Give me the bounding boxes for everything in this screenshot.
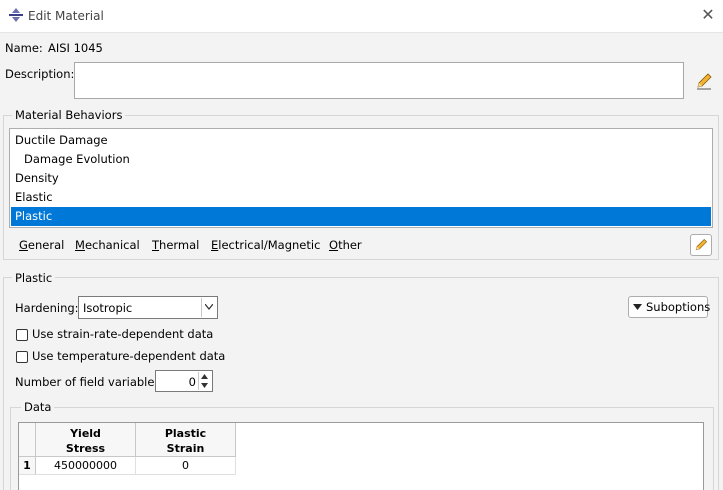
- edit-behavior-button[interactable]: [690, 234, 712, 256]
- menu-electrical-magnetic[interactable]: Electrical/Magnetic: [211, 238, 320, 252]
- suboptions-button[interactable]: Suboptions: [628, 296, 711, 318]
- column-header-plastic-strain[interactable]: Plastic Strain: [136, 423, 236, 457]
- material-name-value: AISI 1045: [48, 41, 103, 55]
- menu-thermal-rest: hermal: [159, 238, 200, 252]
- menu-thermal[interactable]: Thermal: [152, 238, 199, 252]
- menu-general[interactable]: General: [19, 238, 64, 252]
- title-bar: Edit Material ✕: [0, 0, 723, 33]
- behavior-elastic[interactable]: Elastic: [11, 188, 711, 207]
- menu-electrical-rest: lectrical/Magnetic: [218, 238, 321, 252]
- strain-rate-checkbox[interactable]: [16, 329, 28, 341]
- triangle-down-icon: [633, 304, 642, 310]
- chevron-down-icon: [201, 298, 216, 317]
- table-cell-plastic-strain[interactable]: 0: [136, 457, 236, 475]
- edit-description-pencil-icon[interactable]: [694, 71, 714, 91]
- plastic-strain-header-line2: Strain: [166, 442, 205, 455]
- spinner-down-icon[interactable]: [198, 381, 211, 390]
- menu-mechanical[interactable]: Mechanical: [75, 238, 140, 252]
- material-behaviors-title: Material Behaviors: [12, 108, 126, 122]
- yield-stress-header-line2: Stress: [65, 442, 106, 455]
- table-cell-yield-stress[interactable]: 450000000: [36, 457, 136, 475]
- field-variables-value: 0: [188, 375, 196, 389]
- menu-other[interactable]: Other: [329, 238, 362, 252]
- data-table[interactable]: Yield Stress Plastic Strain 1 450000000 …: [18, 422, 704, 490]
- temperature-checkbox[interactable]: [16, 351, 28, 363]
- name-label: Name:: [5, 41, 43, 55]
- edit-pencil-icon: [695, 238, 708, 251]
- row-header[interactable]: 1: [19, 457, 36, 475]
- field-variables-spinner[interactable]: 0: [155, 370, 213, 392]
- description-label: Description:: [5, 67, 75, 81]
- column-header-yield-stress[interactable]: Yield Stress: [36, 423, 136, 457]
- abaqus-app-icon: [9, 8, 23, 22]
- plastic-group-title: Plastic: [12, 271, 56, 285]
- menu-other-rest: ther: [338, 238, 362, 252]
- behavior-plastic[interactable]: Plastic: [11, 207, 711, 226]
- description-field[interactable]: [74, 62, 684, 99]
- hardening-label: Hardening:: [15, 301, 79, 315]
- spinner-up-icon[interactable]: [198, 372, 211, 381]
- material-behaviors-list[interactable]: Ductile Damage Damage Evolution Density …: [9, 128, 713, 228]
- strain-rate-label: Use strain-rate-dependent data: [32, 327, 214, 341]
- plastic-strain-header-line1: Plastic: [164, 427, 207, 440]
- hardening-value: Isotropic: [83, 301, 133, 315]
- data-group-title: Data: [21, 400, 55, 414]
- suboptions-label: Suboptions: [646, 300, 711, 314]
- hardening-select[interactable]: Isotropic: [78, 296, 218, 319]
- menu-mechanical-rest: echanical: [84, 238, 140, 252]
- window-title: Edit Material: [28, 9, 104, 23]
- corner-header: [19, 423, 36, 457]
- behavior-density[interactable]: Density: [11, 169, 711, 188]
- close-icon[interactable]: ✕: [698, 5, 718, 25]
- behavior-damage-evolution[interactable]: Damage Evolution: [11, 150, 711, 169]
- temperature-label: Use temperature-dependent data: [32, 349, 226, 363]
- behavior-ductile-damage[interactable]: Ductile Damage: [11, 131, 711, 150]
- yield-stress-header-line1: Yield: [70, 427, 101, 440]
- menu-general-rest: eneral: [27, 238, 65, 252]
- field-variables-label: Number of field variables:: [15, 375, 165, 389]
